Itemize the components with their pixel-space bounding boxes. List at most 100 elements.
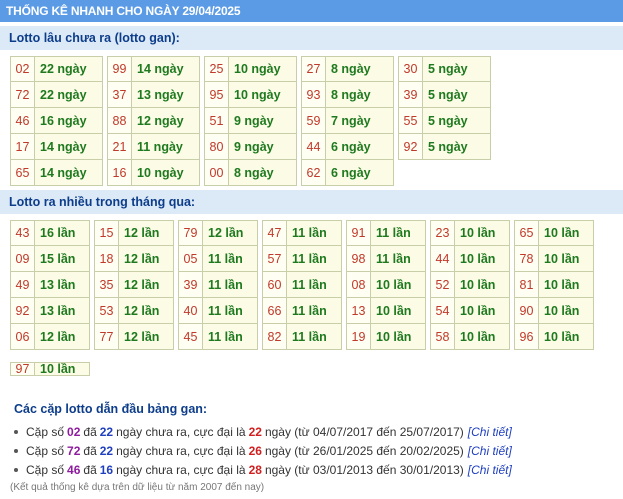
lotto-number: 82	[263, 324, 287, 349]
stat-entry: 66 11 lần	[262, 297, 342, 324]
detail-link[interactable]: [Chi tiết]	[468, 425, 512, 439]
stat-entry: 81 10 lần	[514, 271, 594, 298]
lotto-count: 11 lần	[287, 324, 341, 349]
lotto-count: 11 lần	[287, 272, 341, 297]
lotto-number: 80	[205, 134, 229, 159]
lotto-number: 93	[302, 82, 326, 107]
lotto-count: 12 lần	[119, 324, 173, 349]
lotto-count: 11 lần	[287, 246, 341, 271]
lotto-count: 10 lần	[539, 246, 593, 271]
stat-entry: 91 11 lần	[346, 220, 426, 246]
lotto-number: 79	[179, 221, 203, 245]
stat-entry: 62 6 ngày	[301, 159, 394, 186]
pair-suffix: ngày (từ 04/07/2017 đến 25/07/2017)	[264, 424, 464, 439]
lotto-number: 47	[263, 221, 287, 245]
lotto-count: 11 lần	[203, 272, 257, 297]
lotto-number: 40	[179, 298, 203, 323]
pair-prefix: Cặp số	[26, 424, 65, 439]
stat-entry: 39 11 lần	[178, 271, 258, 298]
lotto-count: 10 lần	[539, 298, 593, 323]
lotto-number: 23	[431, 221, 455, 245]
pair-number: 46	[67, 462, 81, 477]
lotto-number: 77	[95, 324, 119, 349]
gan-pairs-section: Các cặp lotto dẫn đầu bảng gan: Cặp số 02…	[14, 402, 614, 479]
lotto-count: 12 lần	[35, 324, 89, 349]
detail-link[interactable]: [Chi tiết]	[468, 444, 512, 458]
lotto-count: 6 ngày	[326, 134, 393, 159]
stat-entry: 54 10 lần	[430, 297, 510, 324]
stat-entry: 06 12 lần	[10, 323, 90, 350]
lotto-count: 7 ngày	[326, 108, 393, 133]
stat-entry: 59 7 ngày	[301, 107, 394, 134]
pair-row: Cặp số 46 đã 16 ngày chưa ra, cực đại là 28 ng…	[14, 460, 614, 479]
lotto-count: 11 lần	[203, 298, 257, 323]
lotto-count: 11 lần	[371, 221, 425, 245]
bullet-icon	[14, 429, 18, 434]
lotto-number: 52	[431, 272, 455, 297]
lotto-count: 11 lần	[203, 324, 257, 349]
lotto-count: 12 ngày	[132, 108, 199, 133]
lotto-number: 95	[205, 82, 229, 107]
lotto-number: 09	[11, 246, 35, 271]
lotto-count: 6 ngày	[326, 160, 393, 185]
stat-entry: 43 16 lần	[10, 220, 90, 246]
lotto-number: 06	[11, 324, 35, 349]
pair-number: 72	[67, 443, 81, 458]
lotto-count: 8 ngày	[326, 82, 393, 107]
lotto-count: 22 ngày	[35, 82, 102, 107]
lotto-count: 10 lần	[371, 298, 425, 323]
pair-mid1: đã	[83, 443, 97, 458]
stat-entry: 05 11 lần	[178, 245, 258, 272]
lotto-number: 60	[263, 272, 287, 297]
lotto-count: 9 ngày	[229, 108, 296, 133]
lotto-number: 21	[108, 134, 132, 159]
stat-entry: 77 12 lần	[94, 323, 174, 350]
lotto-count: 10 ngày	[132, 160, 199, 185]
stat-entry: 92 5 ngày	[398, 133, 491, 160]
lotto-number: 43	[11, 221, 35, 245]
pairs-list: Cặp số 02 đã 22 ngày chưa ra, cực đại là 22 ng…	[14, 422, 614, 479]
lotto-count: 14 ngày	[35, 134, 102, 159]
lotto-count: 10 lần	[455, 246, 509, 271]
stat-entry: 40 11 lần	[178, 297, 258, 324]
pair-days: 16	[99, 462, 114, 477]
lotto-frequency-table: 43 16 lần 09 15 lần 49 13 lần 92 13 lần 06 12 lần…	[10, 220, 594, 376]
stats-page: THỐNG KÊ NHANH CHO NGÀY 29/04/2025 Lotto…	[0, 0, 623, 499]
lotto-count: 10 lần	[371, 272, 425, 297]
stat-entry: 95 10 ngày	[204, 81, 297, 108]
lotto-count: 5 ngày	[423, 57, 490, 81]
lotto-number: 55	[399, 108, 423, 133]
stat-entry: 17 14 ngày	[10, 133, 103, 160]
lotto-count: 14 ngày	[35, 160, 102, 185]
lotto-number: 19	[347, 324, 371, 349]
pairs-title: Các cặp lotto dẫn đầu bảng gan:	[14, 402, 208, 416]
lotto-number: 16	[108, 160, 132, 185]
lotto-number: 65	[515, 221, 539, 245]
bullet-icon	[14, 467, 18, 472]
lotto-number: 17	[11, 134, 35, 159]
stat-entry: 52 10 lần	[430, 271, 510, 298]
lotto-count: 10 lần	[371, 324, 425, 349]
lotto-count: 10 lần	[455, 221, 509, 245]
lotto-number: 13	[347, 298, 371, 323]
stat-entry: 99 14 ngày	[107, 56, 200, 82]
pair-mid1: đã	[83, 424, 97, 439]
pair-row: Cặp số 02 đã 22 ngày chưa ra, cực đại là 22 ng…	[14, 422, 614, 441]
pair-suffix: ngày (từ 03/01/2013 đến 30/01/2013)	[264, 462, 464, 477]
lotto-number: 58	[431, 324, 455, 349]
lotto-number: 39	[399, 82, 423, 107]
stat-entry: 65 10 lần	[514, 220, 594, 246]
stat-entry: 46 16 ngày	[10, 107, 103, 134]
detail-link[interactable]: [Chi tiết]	[468, 463, 512, 477]
lotto-count: 8 ngày	[229, 160, 296, 185]
pair-mid2: ngày chưa ra, cực đại là	[116, 462, 246, 477]
stat-entry: 49 13 lần	[10, 271, 90, 298]
stat-entry: 51 9 ngày	[204, 107, 297, 134]
lotto-number: 98	[347, 246, 371, 271]
lotto-number: 65	[11, 160, 35, 185]
lotto-count: 11 lần	[371, 246, 425, 271]
stat-entry: 35 12 lần	[94, 271, 174, 298]
stat-entry: 78 10 lần	[514, 245, 594, 272]
pair-mid2: ngày chưa ra, cực đại là	[116, 443, 246, 458]
lotto-count: 5 ngày	[423, 134, 490, 159]
